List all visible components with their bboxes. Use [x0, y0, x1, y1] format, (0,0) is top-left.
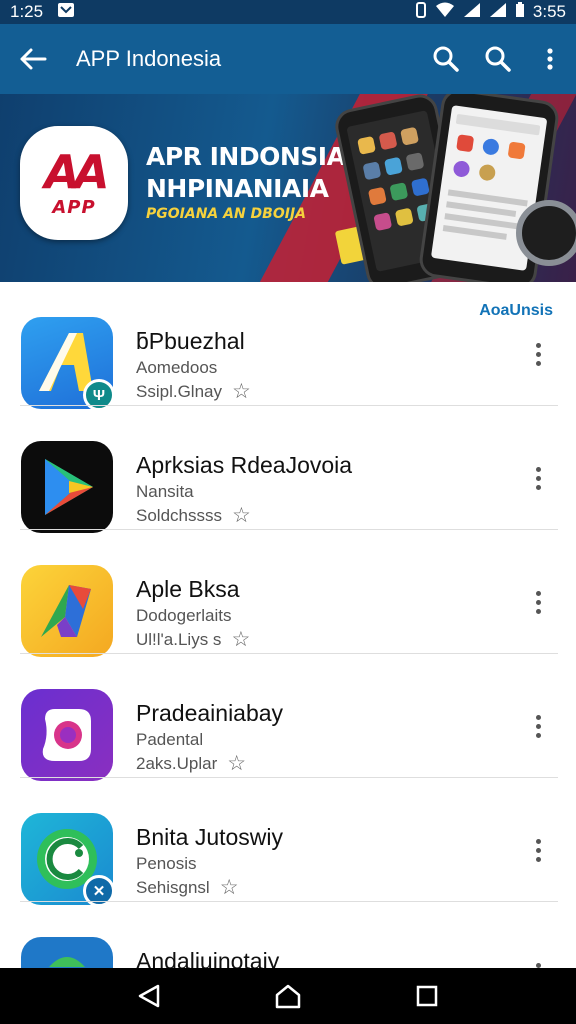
- status-bar: 1:25 3:55: [0, 0, 576, 24]
- back-button[interactable]: [0, 24, 66, 94]
- list-item[interactable]: Andaliuinotaiy: [0, 902, 576, 968]
- c-ring-app-icon: ✕: [21, 813, 115, 907]
- signal-icon: [463, 2, 481, 23]
- app-meta: Ul!l'a.Liys s: [136, 630, 222, 649]
- app-name: Bnita Jutoswiy: [136, 824, 284, 850]
- list-item[interactable]: Pradeainiabay Padental 2aks.Uplar ☆: [0, 654, 576, 781]
- list-item[interactable]: Aprksias RdeaJovoia Nansita Soldchssss ☆: [0, 406, 576, 533]
- app-list: AoaUnsis Ψ ƃPbuezhal Aomedoos Ssipl.Glna…: [0, 282, 576, 968]
- notification-icon: [57, 2, 75, 23]
- blade-app-icon: [21, 565, 113, 657]
- app-name: Aple Bksa: [136, 576, 240, 602]
- more-options-button[interactable]: [524, 584, 552, 620]
- play-triangle-app-icon: [21, 441, 113, 533]
- app-developer: Nansita: [136, 482, 194, 501]
- camera-blob-app-icon: [21, 689, 113, 781]
- overflow-menu-button[interactable]: [524, 24, 576, 94]
- nav-recents-icon: [416, 985, 437, 1007]
- page-title: APP Indonesia: [76, 46, 222, 71]
- wifi-icon: [435, 2, 455, 23]
- battery-text: 3:55: [532, 2, 566, 21]
- search-button-2[interactable]: [472, 24, 524, 94]
- banner-title-line1: APR INDONSIAI: [146, 142, 355, 171]
- list-item[interactable]: Aple Bksa Dodogerlaits Ul!l'a.Liys s ☆: [0, 530, 576, 657]
- app-name: Andaliuinotaiy: [136, 948, 280, 968]
- search-button[interactable]: [420, 24, 472, 94]
- battery-icon: [515, 1, 525, 23]
- nav-back-button[interactable]: [119, 968, 179, 1024]
- app-meta: Ssipl.Glnay: [136, 382, 222, 401]
- logo-mark: AA: [44, 144, 109, 199]
- app-name: Aprksias RdeaJovoia: [136, 452, 353, 478]
- system-nav-bar: [0, 968, 576, 1024]
- app-meta: Sehisgnsl: [136, 878, 210, 897]
- nav-home-icon: [275, 984, 301, 1009]
- nav-recents-button[interactable]: [397, 968, 457, 1024]
- nav-home-button[interactable]: [258, 968, 318, 1024]
- app-meta: Soldchssss: [136, 506, 222, 525]
- app-meta: 2aks.Uplar: [136, 754, 218, 773]
- promo-banner[interactable]: AA APP APR INDONSIAI NHPINANIAIA PGOIANA…: [0, 94, 576, 282]
- status-time: 1:25: [10, 2, 44, 21]
- watch-illustration: [516, 200, 576, 266]
- banner-title-line2: NHPINANIAIA: [146, 174, 329, 203]
- app-name: ƃPbuezhal: [136, 328, 245, 354]
- more-options-button[interactable]: [524, 460, 552, 496]
- more-vert-icon: [547, 48, 553, 70]
- search-icon: [485, 46, 511, 72]
- app-name: Pradeainiabay: [136, 700, 284, 726]
- list-item[interactable]: ✕ Bnita Jutoswiy Penosis Sehisgnsl ☆: [0, 778, 576, 907]
- list-item[interactable]: Ψ ƃPbuezhal Aomedoos Ssipl.Glnay ☆: [0, 282, 576, 411]
- search-icon: [433, 46, 459, 72]
- more-options-button[interactable]: [524, 336, 552, 372]
- banner-subtitle: PGOIANA AN DBOIJA: [146, 206, 306, 222]
- signal-icon-2: [489, 2, 507, 23]
- star-icon[interactable]: ☆: [220, 877, 239, 898]
- more-options-button[interactable]: [524, 832, 552, 868]
- star-icon[interactable]: ☆: [227, 753, 246, 774]
- nav-back-icon: [139, 984, 160, 1008]
- arrow-a-app-icon: Ψ: [21, 317, 115, 411]
- more-options-button[interactable]: [524, 956, 552, 968]
- more-options-button[interactable]: [524, 708, 552, 744]
- star-icon[interactable]: ☆: [232, 381, 251, 402]
- app-developer: Padental: [136, 730, 204, 749]
- star-icon[interactable]: ☆: [232, 505, 251, 526]
- vibrate-icon: [415, 1, 427, 23]
- logo-sub: APP: [52, 196, 96, 218]
- app-developer: Dodogerlaits: [136, 606, 232, 625]
- app-developer: Penosis: [136, 854, 197, 873]
- screen: 1:25 3:55 APP Indonesia AA APP APR INDON…: [0, 0, 576, 1024]
- brand-logo: AA APP: [20, 126, 128, 240]
- back-arrow-icon: [20, 48, 47, 70]
- star-icon[interactable]: ☆: [231, 629, 250, 650]
- android-app-icon: [21, 937, 113, 968]
- app-bar: APP Indonesia: [0, 24, 576, 94]
- app-developer: Aomedoos: [136, 358, 218, 377]
